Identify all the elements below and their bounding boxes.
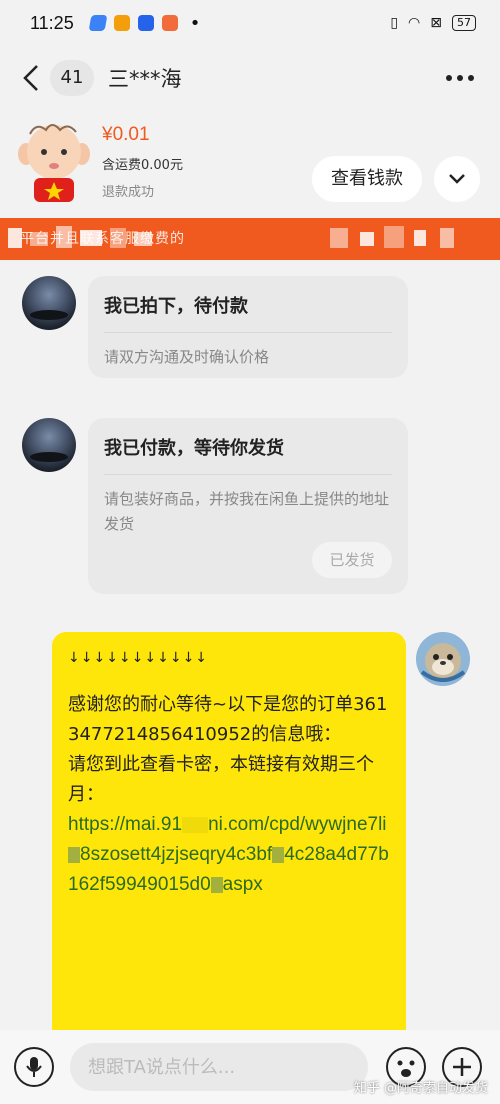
view-money-button[interactable]: 查看钱款 — [312, 156, 422, 202]
system-message-desc: 请包装好商品，并按我在闲鱼上提供的地址发货 — [104, 490, 390, 533]
voice-button[interactable] — [14, 1047, 54, 1087]
unread-count-badge[interactable]: 41 — [50, 60, 94, 96]
vibrate-icon: ▯ — [390, 15, 399, 31]
contact-name: 三***海 — [108, 67, 182, 91]
order-price: ¥0.01 — [102, 124, 150, 145]
app-notification-icon — [88, 15, 108, 31]
link-text: 8szosett4jzjseqry4c3bf — [80, 844, 273, 865]
order-shipping: 含运费0.00元 — [102, 158, 183, 173]
plus-icon — [453, 1058, 471, 1076]
message-arrows: ↓↓↓↓↓↓↓↓↓↓↓ — [68, 650, 209, 666]
system-message-title: 我已付款，等待你发货 — [104, 438, 284, 459]
status-time: 11:25 — [30, 12, 74, 33]
redacted-block — [68, 846, 80, 863]
buyer-avatar[interactable] — [22, 418, 76, 472]
notification-icons: • — [88, 12, 201, 34]
dot-icon: • — [189, 12, 201, 34]
message-text: 感谢您的耐心等待~以下是您的订单3613477214856410952的信息哦： — [68, 694, 388, 745]
buyer-avatar[interactable] — [22, 276, 76, 330]
system-message-title: 我已拍下，待付款 — [104, 296, 248, 317]
shipped-button[interactable]: 已发货 — [312, 542, 392, 578]
redacted-block — [272, 846, 285, 863]
divider — [104, 332, 392, 333]
my-avatar[interactable] — [416, 632, 470, 686]
status-bar: 11:25 • ▯ ◠ ⊠ 57 — [0, 0, 500, 46]
notice-banner[interactable]: 平台并且联系客服缴费的 — [0, 218, 500, 260]
system-message-card: 我已拍下，待付款 请双方沟通及时确认价格 — [88, 276, 408, 378]
expand-button[interactable] — [434, 156, 480, 202]
app-notification-icon — [113, 15, 130, 31]
system-message-card: 我已付款，等待你发货 请包装好商品，并按我在闲鱼上提供的地址发货 已发货 — [88, 418, 408, 594]
message-body: 感谢您的耐心等待~以下是您的订单3613477214856410952的信息哦：… — [68, 690, 390, 900]
product-thumbnail[interactable] — [16, 118, 92, 208]
my-message-bubble[interactable]: ↓↓↓↓↓↓↓↓↓↓↓ 感谢您的耐心等待~以下是您的订单361347721485… — [52, 632, 406, 1032]
back-icon[interactable] — [16, 58, 46, 98]
sim-icon: ⊠ — [430, 15, 442, 31]
order-card[interactable]: ¥0.01 含运费0.00元 退款成功 查看钱款 — [0, 112, 500, 216]
watermark: 知乎 @阿奇索自动发货 — [353, 1081, 488, 1096]
more-icon[interactable] — [446, 75, 474, 81]
system-message-desc: 请双方沟通及时确认价格 — [104, 348, 270, 366]
status-right: ▯ ◠ ⊠ 57 — [390, 15, 476, 31]
redacted-block — [210, 876, 223, 893]
link-text: https://mai.91 — [68, 814, 183, 835]
link-text: aspx — [222, 874, 263, 895]
wifi-icon: ◠ — [408, 15, 421, 31]
order-status: 退款成功 — [102, 185, 155, 200]
message-input[interactable] — [70, 1043, 368, 1091]
chevron-down-icon — [449, 174, 465, 184]
app-notification-icon — [161, 15, 178, 31]
message-text: 请您到此查看卡密，本链接有效期三个月： — [68, 754, 374, 805]
microphone-icon — [26, 1057, 42, 1077]
redacted-block — [182, 816, 209, 833]
link-text: ni.com/cpd/wywjne7li — [208, 814, 387, 835]
battery-icon: 57 — [452, 15, 476, 31]
divider — [104, 474, 392, 475]
message-link[interactable]: https://mai.91 ni.com/cpd/wywjne7li 8szose… — [68, 810, 390, 900]
order-info: ¥0.01 含运费0.00元 退款成功 — [102, 124, 183, 200]
app-notification-icon — [137, 15, 154, 31]
chat-header: 41 三***海 — [0, 50, 500, 106]
